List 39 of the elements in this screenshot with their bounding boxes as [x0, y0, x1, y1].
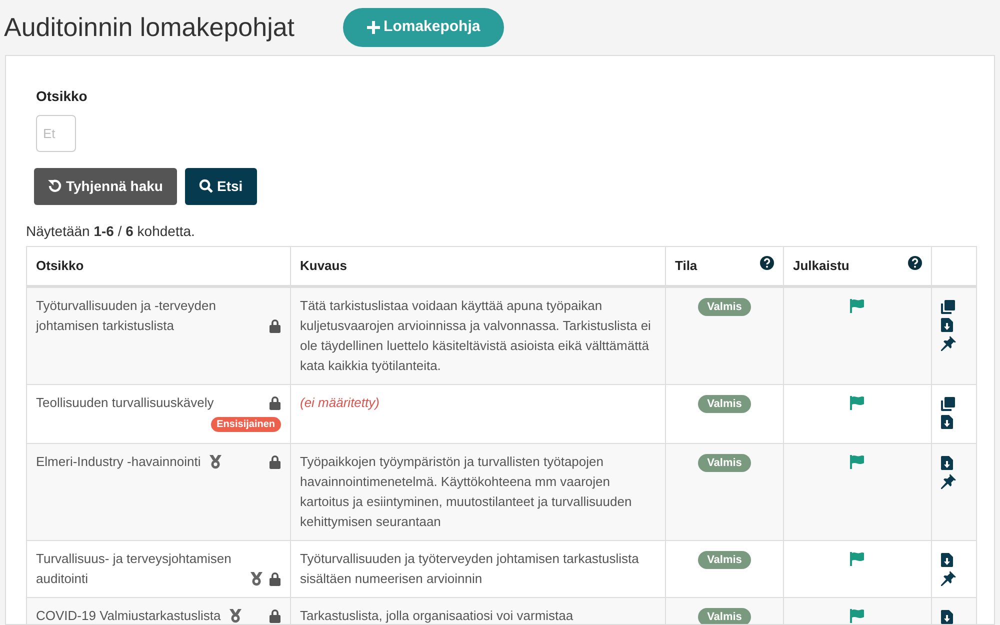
- pin-icon[interactable]: [941, 474, 956, 488]
- status-badge: Valmis: [698, 550, 751, 568]
- template-title: Työturvallisuuden ja -terveyden johtamisen tarkistuslista: [36, 296, 217, 335]
- field-label: Otsikko: [36, 86, 88, 106]
- copy-icon[interactable]: [941, 396, 955, 410]
- file-download-icon[interactable]: [941, 318, 953, 332]
- file-download-icon[interactable]: [941, 456, 953, 470]
- copy-icon[interactable]: [941, 300, 955, 314]
- template-title: Turvallisuus- ja terveysjohtamisen auditointi: [36, 550, 232, 588]
- search-button[interactable]: Etsi: [184, 168, 257, 204]
- template-title: Elmeri-Industry -havainnointi: [36, 452, 201, 471]
- status-badge: Valmis: [698, 608, 751, 624]
- description-text: Työturvallisuuden ja työterveyden johtamisen tarkastuslista sisältäen numeerisen arvioinnin: [300, 550, 639, 586]
- page-title: Auditoinnin lomakepohjat: [4, 12, 295, 43]
- file-download-icon[interactable]: [941, 552, 953, 566]
- file-download-icon[interactable]: [941, 610, 953, 624]
- column-header: Tila: [675, 256, 698, 274]
- reset-icon: [48, 179, 62, 193]
- template-title: Teollisuuden turvallisuuskävely: [36, 394, 214, 412]
- column-header: Otsikko: [36, 256, 84, 274]
- pin-icon[interactable]: [941, 336, 956, 350]
- title-search-field[interactable]: Et: [36, 114, 76, 152]
- description-text: Työpaikkojen työympäristön ja turvallisten työtapojen havainnointimenetelmä. Käyttökohteena mm vaarojen kartoitus ja esiintyminen, muutostilanteet ja turvallisuuden kehittymisen seurantaan: [300, 454, 632, 528]
- template-title: COVID-19 Valmiustarkastuslista: [36, 606, 221, 624]
- plus-icon: [366, 20, 380, 34]
- primary-badge: Ensisijainen: [210, 416, 281, 432]
- description-text: Tarkastuslista, jolla organisaatiosi voi varmistaa: [300, 608, 574, 622]
- result-count: Näytetään 1-6 / 6 kohdetta.: [26, 222, 196, 241]
- file-download-icon[interactable]: [941, 414, 953, 428]
- status-badge: Valmis: [698, 298, 751, 316]
- clear-search-button[interactable]: Tyhjennä haku: [34, 168, 177, 204]
- description-text: (ei määritetty): [300, 394, 380, 410]
- status-badge: Valmis: [698, 454, 751, 472]
- description-text: Tätä tarkistuslistaa voidaan käyttää apuna työpaikan kuljetusvaarojen arvioinnissa ja valvonnassa. Tarkistuslista ei ole täydellinen luettelo käsiteltävistä asioista eikä välttämättä kata kaikkia työtilanteita.: [300, 298, 651, 372]
- column-header: Julkaistu: [793, 256, 850, 274]
- column-header: Kuvaus: [300, 256, 347, 274]
- status-badge: Valmis: [698, 394, 751, 412]
- pin-icon[interactable]: [941, 570, 956, 586]
- search-icon: [198, 179, 213, 193]
